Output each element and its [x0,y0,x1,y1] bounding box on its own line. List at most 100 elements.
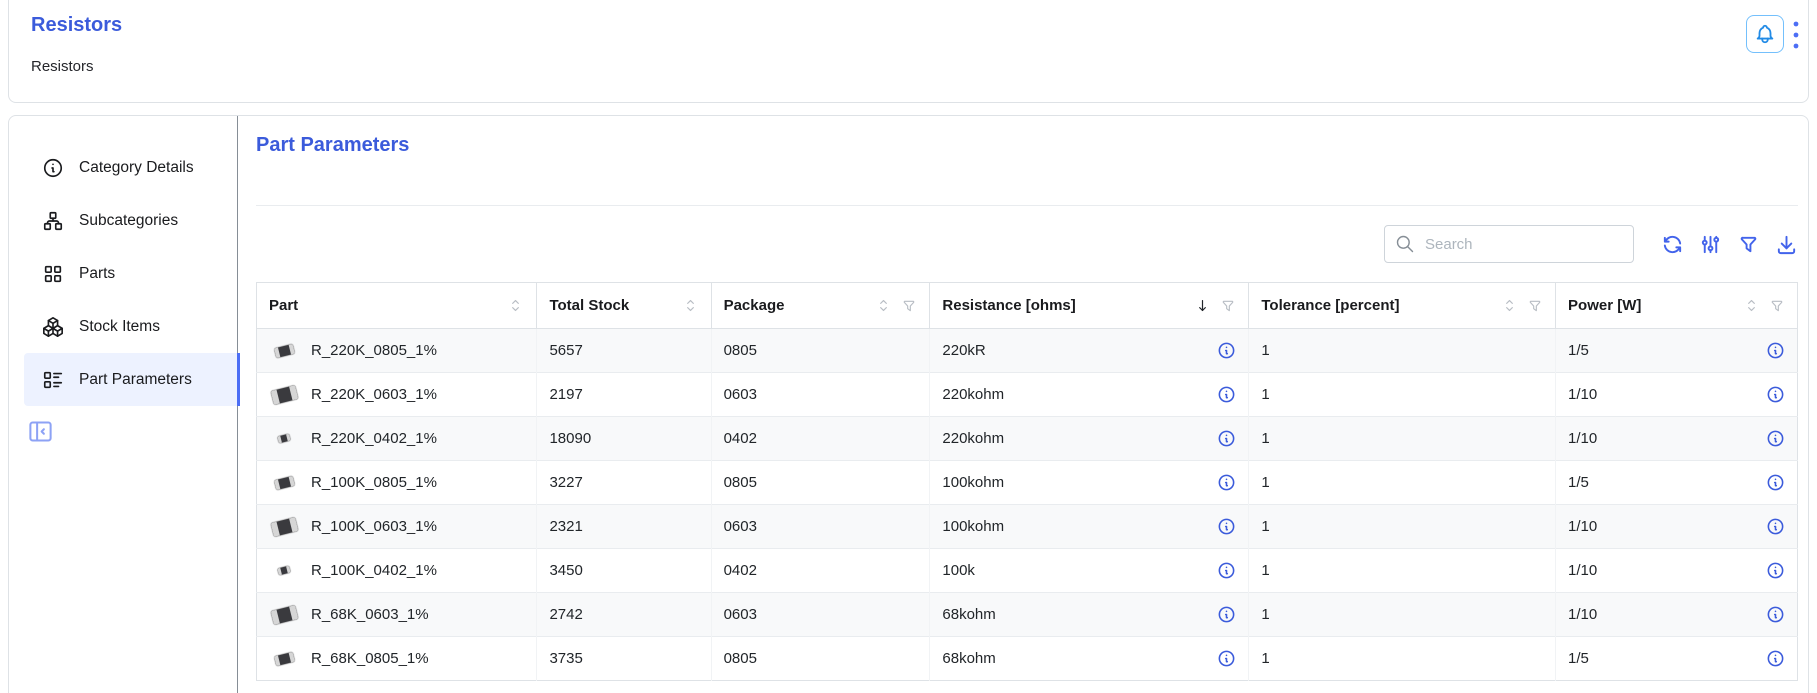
sidebar-item-label: Category Details [79,159,194,177]
sort-descending-icon[interactable] [1194,297,1211,314]
search-box [1384,225,1634,263]
table-row[interactable]: R_100K_0805_1% 3227 0805 100kohm 1 1/5 [257,461,1798,505]
resistance-value: 100kohm [942,474,1004,491]
sidebar-item-part-parameters[interactable]: Part Parameters [24,353,238,406]
column-header-package[interactable]: Package [711,283,930,329]
part-cell[interactable]: R_68K_0805_1% [257,637,537,681]
column-filter-icon[interactable] [1220,298,1236,314]
package-value: 0603 [724,518,757,535]
notifications-button[interactable] [1746,15,1784,53]
package-cell: 0805 [711,637,930,681]
column-label: Resistance [ohms] [942,297,1075,314]
filter-icon[interactable] [1737,233,1760,256]
resistance-cell: 68kohm [930,637,1249,681]
info-icon[interactable] [1766,605,1785,624]
info-icon[interactable] [1766,341,1785,360]
sidebar-item-parts[interactable]: Parts [24,247,238,300]
info-icon[interactable] [1217,649,1236,668]
sidebar-collapse-button[interactable] [27,418,54,445]
package-value: 0805 [724,650,757,667]
table-row[interactable]: R_100K_0402_1% 3450 0402 100k 1 1/10 [257,549,1798,593]
part-name: R_220K_0603_1% [311,386,437,403]
column-filter-icon[interactable] [1769,298,1785,314]
info-icon[interactable] [1766,649,1785,668]
table-row[interactable]: R_68K_0603_1% 2742 0603 68kohm 1 1/10 [257,593,1798,637]
total-stock-value: 2321 [549,518,582,535]
info-icon[interactable] [1217,561,1236,580]
column-header-power[interactable]: Power [W] [1556,283,1798,329]
info-icon[interactable] [1766,385,1785,404]
table-toolbar [256,225,1798,263]
table-row[interactable]: R_220K_0402_1% 18090 0402 220kohm 1 1/10 [257,417,1798,461]
part-name: R_100K_0805_1% [311,474,437,491]
column-filter-icon[interactable] [901,298,917,314]
sidebar-item-subcategories[interactable]: Subcategories [24,194,238,247]
info-icon[interactable] [1766,429,1785,448]
table-row[interactable]: R_220K_0603_1% 2197 0603 220kohm 1 1/10 [257,373,1798,417]
sidebar-item-label: Subcategories [79,212,178,230]
info-icon[interactable] [1217,429,1236,448]
info-icon[interactable] [1217,473,1236,492]
power-cell: 1/5 [1556,461,1798,505]
part-cell[interactable]: R_220K_0805_1% [257,329,537,373]
part-cell[interactable]: R_100K_0402_1% [257,549,537,593]
column-header-resistance[interactable]: Resistance [ohms] [930,283,1249,329]
sort-icon[interactable] [507,297,524,314]
column-filter-icon[interactable] [1527,298,1543,314]
info-icon[interactable] [1766,517,1785,536]
total-stock-value: 2742 [549,606,582,623]
resistor-chip-image [270,385,298,405]
part-thumbnail [269,600,299,630]
sort-icon[interactable] [682,297,699,314]
grid-icon [42,263,64,285]
overflow-menu-button[interactable] [1790,20,1802,50]
download-icon[interactable] [1775,233,1798,256]
tolerance-cell: 1 [1249,637,1556,681]
info-icon[interactable] [1217,605,1236,624]
part-cell[interactable]: R_68K_0603_1% [257,593,537,637]
column-header-tolerance[interactable]: Tolerance [percent] [1249,283,1556,329]
part-parameters-table: Part Total Stock Package [256,282,1798,681]
table-row[interactable]: R_68K_0805_1% 3735 0805 68kohm 1 1/5 [257,637,1798,681]
total-stock-cell: 2321 [537,505,711,549]
total-stock-cell: 2197 [537,373,711,417]
part-cell[interactable]: R_100K_0805_1% [257,461,537,505]
sidebar-item-stock-items[interactable]: Stock Items [24,300,238,353]
info-icon[interactable] [1217,341,1236,360]
part-cell[interactable]: R_100K_0603_1% [257,505,537,549]
part-thumbnail [269,380,299,410]
page-header: Resistors Resistors [8,0,1809,103]
table-row[interactable]: R_220K_0805_1% 5657 0805 220kR 1 1/5 [257,329,1798,373]
tolerance-cell: 1 [1249,505,1556,549]
category-panel: Category Details Subcategories Parts Sto… [8,115,1809,693]
info-icon[interactable] [1217,385,1236,404]
package-cell: 0603 [711,505,930,549]
panel-heading: Part Parameters [256,132,1798,158]
adjustments-icon[interactable] [1699,233,1722,256]
search-input[interactable] [1384,225,1634,263]
table-row[interactable]: R_100K_0603_1% 2321 0603 100kohm 1 1/10 [257,505,1798,549]
sort-icon[interactable] [1501,297,1518,314]
sort-icon[interactable] [875,297,892,314]
info-icon[interactable] [1766,561,1785,580]
info-icon[interactable] [1217,517,1236,536]
column-header-part[interactable]: Part [257,283,537,329]
sort-icon[interactable] [1743,297,1760,314]
part-thumbnail [269,556,299,586]
tolerance-value: 1 [1261,474,1269,491]
package-cell: 0603 [711,593,930,637]
list-details-icon [42,369,64,391]
sidebar-item-category-details[interactable]: Category Details [24,141,238,194]
info-icon[interactable] [1766,473,1785,492]
breadcrumb[interactable]: Resistors [31,58,94,75]
resistance-cell: 100k [930,549,1249,593]
total-stock-cell: 3450 [537,549,711,593]
refresh-icon[interactable] [1661,233,1684,256]
part-thumbnail [269,336,299,366]
column-header-total-stock[interactable]: Total Stock [537,283,711,329]
package-value: 0402 [724,430,757,447]
total-stock-cell: 2742 [537,593,711,637]
part-cell[interactable]: R_220K_0402_1% [257,417,537,461]
part-cell[interactable]: R_220K_0603_1% [257,373,537,417]
part-name: R_68K_0603_1% [311,606,429,623]
